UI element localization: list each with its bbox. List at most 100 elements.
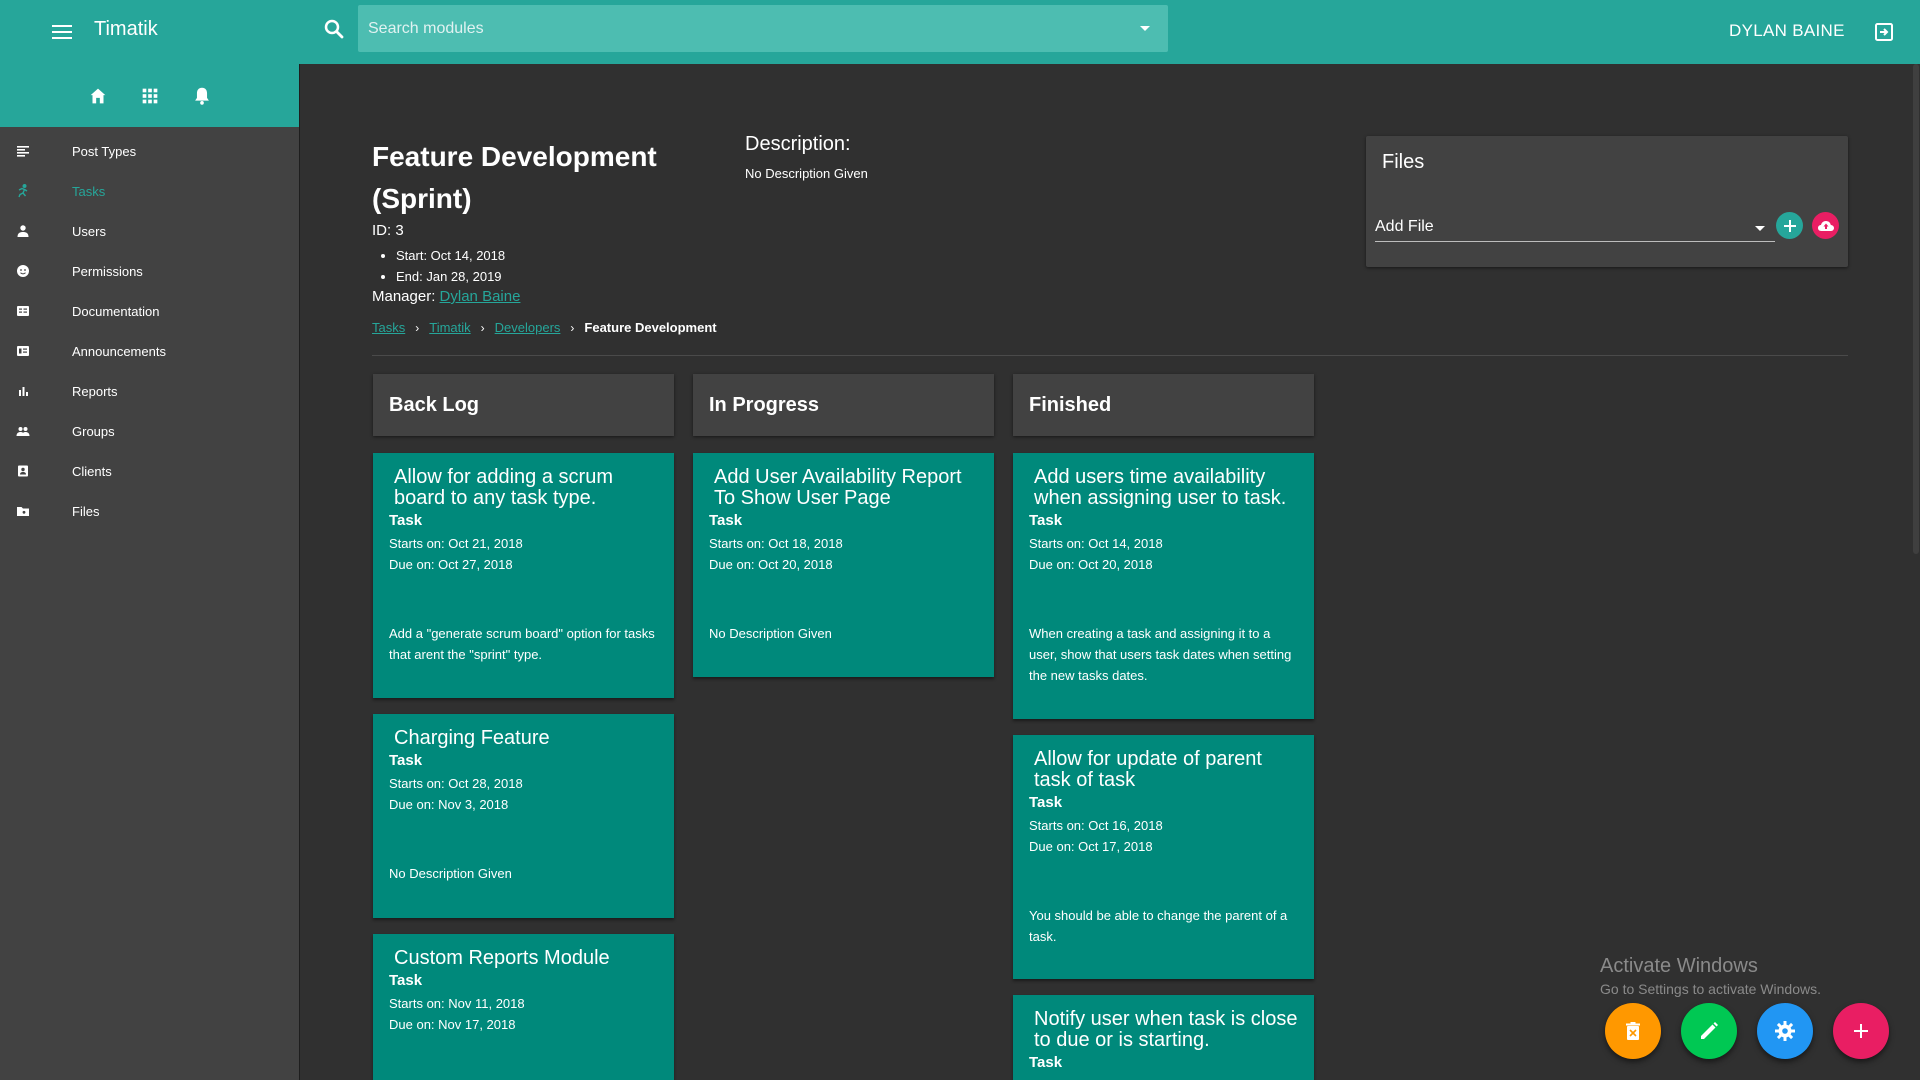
task-dates: Starts on: Oct 28, 2018 Due on: Nov 3, 2…: [389, 773, 658, 815]
chevron-right-icon: ›: [480, 320, 485, 335]
top-app-bar: Timatik DYLAN BAINE: [0, 0, 1920, 64]
cloud-upload-icon: [1817, 220, 1834, 231]
start-date: Start: Oct 14, 2018: [396, 245, 505, 266]
sidebar-item-clients[interactable]: Clients: [0, 451, 299, 491]
task-type: Task: [709, 512, 743, 529]
task-due: Due on: Oct 20, 2018: [709, 557, 833, 572]
project-dates: Start: Oct 14, 2018 End: Jan 28, 2019: [396, 245, 505, 287]
user-name[interactable]: DYLAN BAINE: [1729, 21, 1845, 41]
trash-icon: [1626, 1022, 1640, 1040]
settings-button[interactable]: [1757, 1003, 1813, 1059]
task-due: Due on: Oct 27, 2018: [389, 557, 513, 572]
task-description: No Description Given: [709, 626, 832, 641]
sidebar-item-label: Announcements: [72, 343, 166, 359]
breadcrumb-link-timatik[interactable]: Timatik: [429, 320, 470, 335]
sidebar-item-permissions[interactable]: Permissions: [0, 251, 299, 291]
task-title: Custom Reports Module: [394, 947, 610, 969]
person-icon: [17, 225, 29, 237]
search-input[interactable]: [368, 5, 1128, 52]
breadcrumb-link-tasks[interactable]: Tasks: [372, 320, 405, 335]
task-description: You should be able to change the parent …: [1029, 908, 1288, 944]
app-title[interactable]: Timatik: [94, 18, 158, 41]
task-type: Task: [1029, 512, 1063, 529]
description-heading: Description:: [745, 133, 851, 155]
task-card[interactable]: Allow for update of parent task of task …: [1013, 735, 1314, 979]
face-icon: [17, 265, 29, 277]
task-dates: Starts on: Nov 11, 2018 Due on: Nov 17, …: [389, 993, 658, 1035]
watermark-line-2: Go to Settings to activate Windows.: [1600, 981, 1821, 997]
task-description: When creating a task and assigning it to…: [1029, 626, 1292, 683]
sidebar-item-documentation[interactable]: Documentation: [0, 291, 299, 331]
task-type: Task: [1029, 794, 1063, 811]
apps-grid-icon[interactable]: [139, 85, 161, 107]
task-card[interactable]: Custom Reports Module Task Starts on: No…: [373, 934, 674, 1080]
add-button[interactable]: [1833, 1003, 1889, 1059]
add-file-label: Add File: [1375, 218, 1434, 235]
chevron-right-icon: ›: [415, 320, 420, 335]
search-field[interactable]: [358, 5, 1168, 52]
menu-icon[interactable]: [52, 22, 76, 42]
task-due: Due on: Oct 20, 2018: [1029, 557, 1153, 572]
sidebar-header: [0, 64, 299, 127]
task-type: Task: [1029, 1054, 1063, 1071]
scrollbar-thumb[interactable]: [1913, 64, 1919, 554]
project-id: ID: 3: [372, 222, 404, 239]
task-dates: Starts on: Oct 14, 2018 Due on: Oct 20, …: [1029, 533, 1298, 575]
sidebar-item-reports[interactable]: Reports: [0, 371, 299, 411]
sidebar-item-label: Groups: [72, 423, 115, 439]
task-dates: Starts on: Oct 18, 2018 Due on: Oct 20, …: [709, 533, 978, 575]
sidebar-item-users[interactable]: Users: [0, 211, 299, 251]
column-header-finished: Finished: [1013, 374, 1314, 436]
sidebar-item-groups[interactable]: Groups: [0, 411, 299, 451]
task-card[interactable]: Add User Availability Report To Show Use…: [693, 453, 994, 677]
bell-icon[interactable]: [191, 85, 213, 107]
task-title: Charging Feature: [394, 727, 550, 749]
task-start: Starts on: Oct 21, 2018: [389, 536, 523, 551]
add-file-button[interactable]: [1776, 212, 1803, 239]
announcement-icon: [17, 346, 29, 356]
sidebar-nav: Post Types Tasks Users Permissions Docum…: [0, 127, 299, 531]
breadcrumb-current: Feature Development: [584, 320, 717, 335]
task-title: Notify user when task is close to due or…: [1034, 1008, 1298, 1051]
folder-icon: [17, 507, 29, 516]
upload-file-button[interactable]: [1812, 212, 1839, 239]
column-header-in-progress: In Progress: [693, 374, 994, 436]
task-dates: Starts on: Oct 16, 2018 Due on: Oct 17, …: [1029, 815, 1298, 857]
group-icon: [16, 427, 30, 436]
chevron-down-icon[interactable]: [1755, 226, 1765, 231]
task-card[interactable]: Add users time availability when assigni…: [1013, 453, 1314, 719]
pencil-icon: [1701, 1022, 1718, 1039]
sidebar-item-announcements[interactable]: Announcements: [0, 331, 299, 371]
task-due: Due on: Nov 3, 2018: [389, 797, 509, 812]
breadcrumb: Tasks › Timatik › Developers › Feature D…: [372, 320, 717, 335]
home-icon[interactable]: [87, 85, 109, 107]
task-start: Starts on: Oct 28, 2018: [389, 776, 523, 791]
logout-icon[interactable]: [1872, 20, 1896, 44]
sidebar-item-files[interactable]: Files: [0, 491, 299, 531]
delete-button[interactable]: [1605, 1003, 1661, 1059]
task-card[interactable]: Charging Feature Task Starts on: Oct 28,…: [373, 714, 674, 918]
column-header-backlog: Back Log: [373, 374, 674, 436]
task-card[interactable]: Allow for adding a scrum board to any ta…: [373, 453, 674, 698]
sidebar-item-label: Post Types: [72, 143, 137, 159]
contact-icon: [18, 465, 28, 477]
manager-link[interactable]: Dylan Baine: [440, 288, 521, 305]
sidebar-item-tasks[interactable]: Tasks: [0, 171, 299, 211]
task-description: No Description Given: [389, 866, 512, 881]
chevron-down-icon[interactable]: [1140, 26, 1150, 31]
gear-icon: [1775, 1021, 1795, 1041]
add-file-select[interactable]: Add File: [1375, 212, 1775, 242]
task-card[interactable]: Notify user when task is close to due or…: [1013, 995, 1314, 1080]
plus-icon: [1783, 219, 1796, 232]
sidebar-item-label: Documentation: [72, 303, 160, 319]
search-icon: [324, 19, 344, 39]
task-description: Add a "generate scrum board" option for …: [389, 626, 655, 662]
sidebar-item-post-types[interactable]: Post Types: [0, 131, 299, 171]
breadcrumb-link-developers[interactable]: Developers: [495, 320, 561, 335]
task-title: Add users time availability when assigni…: [1034, 466, 1287, 509]
document-icon: [17, 306, 29, 316]
activate-windows-watermark: Activate Windows Go to Settings to activ…: [1600, 955, 1821, 997]
task-title: Add User Availability Report To Show Use…: [714, 466, 962, 509]
task-due: Due on: Nov 17, 2018: [389, 1017, 516, 1032]
edit-button[interactable]: [1681, 1003, 1737, 1059]
